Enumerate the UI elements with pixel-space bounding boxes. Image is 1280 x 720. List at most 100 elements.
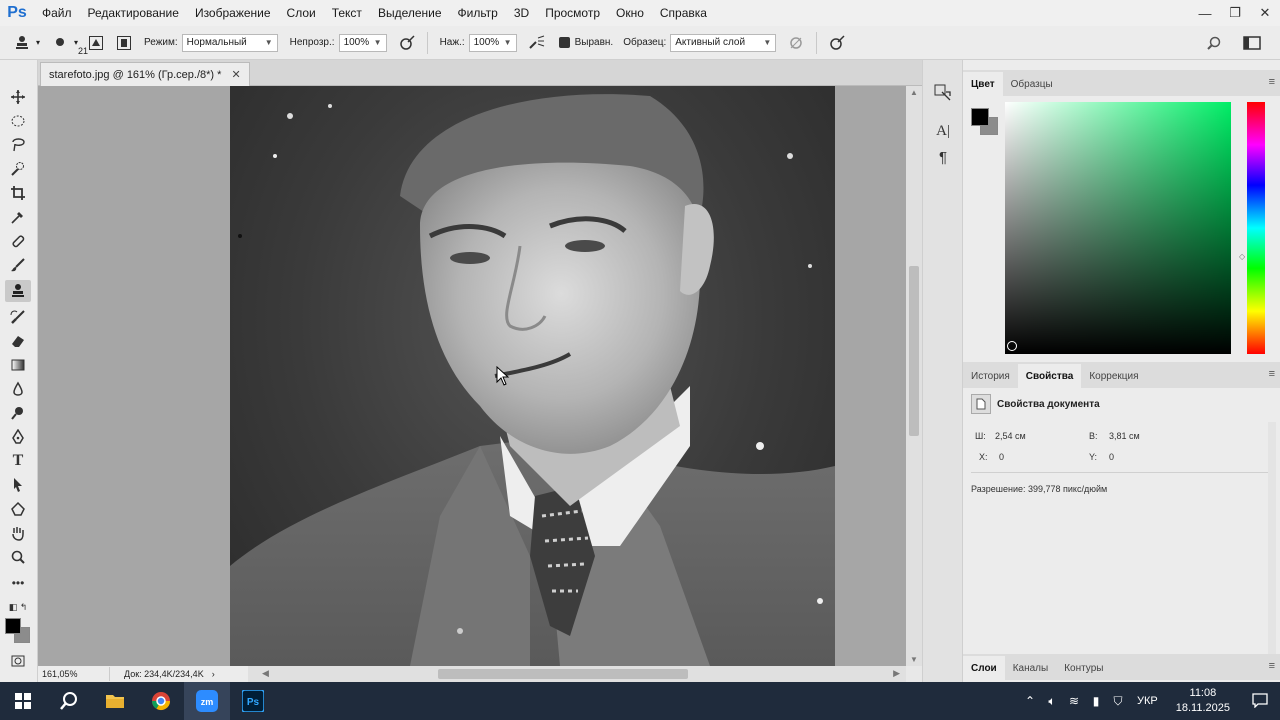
vertical-scroll-thumb[interactable]	[909, 266, 919, 436]
history-brush-tool-icon[interactable]	[5, 306, 31, 328]
close-tab-icon[interactable]: ✕	[231, 68, 240, 81]
eraser-tool-icon[interactable]	[5, 330, 31, 352]
quick-select-tool-icon[interactable]	[5, 158, 31, 180]
tab-layers[interactable]: Слои	[963, 656, 1005, 680]
menu-edit[interactable]: Редактирование	[80, 0, 187, 26]
gradient-tool-icon[interactable]	[5, 354, 31, 376]
clone-stamp-tool-icon[interactable]	[5, 280, 31, 302]
height-value[interactable]: 3,81 см	[1109, 431, 1140, 441]
menu-image[interactable]: Изображение	[187, 0, 279, 26]
volume-icon[interactable]: 🔈︎	[1041, 694, 1063, 709]
chrome-icon[interactable]	[138, 682, 184, 720]
pen-tool-icon[interactable]	[5, 426, 31, 448]
airbrush-icon[interactable]	[526, 32, 548, 54]
brush-panel-icon[interactable]	[85, 32, 107, 54]
restore-button[interactable]: ❐	[1220, 0, 1250, 26]
zoom-level[interactable]: 161,05%	[42, 667, 110, 681]
pressure-field[interactable]: 100% ▼	[468, 33, 517, 52]
color-picker-marker[interactable]	[1007, 341, 1017, 351]
status-menu-arrow[interactable]: ›	[212, 669, 215, 679]
color-picker-field[interactable]	[1005, 102, 1231, 354]
brush-tool-icon[interactable]	[5, 254, 31, 276]
marquee-tool-icon[interactable]	[5, 110, 31, 132]
menu-filter[interactable]: Фильтр	[450, 0, 506, 26]
character-panel-icon[interactable]: A|	[931, 120, 955, 142]
menu-help[interactable]: Справка	[652, 0, 715, 26]
menu-window[interactable]: Окно	[608, 0, 652, 26]
opacity-pressure-icon[interactable]	[396, 32, 418, 54]
menu-select[interactable]: Выделение	[370, 0, 450, 26]
network-icon[interactable]: ≋	[1063, 694, 1085, 708]
microphone-icon[interactable]: ▮	[1085, 694, 1107, 708]
size-pressure-icon[interactable]	[826, 32, 848, 54]
zoom-tool-icon[interactable]	[5, 546, 31, 568]
paragraph-panel-icon[interactable]: ¶	[931, 146, 955, 168]
windows-start-icon[interactable]	[0, 682, 46, 720]
scroll-left-icon[interactable]: ◀	[262, 668, 269, 679]
brush-preset-icon[interactable]	[49, 32, 71, 54]
clock[interactable]: 11:08 18.11.2025	[1176, 686, 1230, 716]
quick-mask-icon[interactable]	[5, 650, 31, 672]
menu-type[interactable]: Текст	[324, 0, 370, 26]
horizontal-scroll-thumb[interactable]	[438, 669, 688, 679]
foreground-color-swatch[interactable]	[5, 618, 21, 634]
menu-file[interactable]: Файл	[34, 0, 80, 26]
input-language[interactable]: УКР	[1137, 695, 1158, 707]
tab-adjustments[interactable]: Коррекция	[1081, 364, 1146, 388]
menu-layers[interactable]: Слои	[279, 0, 324, 26]
panel-menu-icon[interactable]: ≡	[1269, 660, 1275, 672]
workspace-icon[interactable]	[1241, 32, 1263, 54]
character-paragraph-styles-icon[interactable]	[931, 82, 955, 104]
scroll-down-icon[interactable]: ▼	[910, 655, 918, 664]
type-tool-icon[interactable]: T	[5, 450, 31, 472]
menu-view[interactable]: Просмотр	[537, 0, 608, 26]
properties-scrollbar[interactable]	[1268, 422, 1276, 662]
vertical-scrollbar[interactable]: ▲ ▼	[906, 86, 922, 666]
foreground-color-swatch[interactable]	[971, 108, 989, 126]
clone-source-icon[interactable]	[113, 32, 135, 54]
sample-select[interactable]: Активный слой ▼	[670, 33, 777, 52]
blur-tool-icon[interactable]	[5, 378, 31, 400]
healing-brush-tool-icon[interactable]	[5, 230, 31, 252]
opacity-field[interactable]: 100% ▼	[338, 33, 387, 52]
photo-image[interactable]	[230, 86, 835, 666]
zoom-app-icon[interactable]: zm	[184, 682, 230, 720]
path-selection-tool-icon[interactable]	[5, 474, 31, 496]
tab-history[interactable]: История	[963, 364, 1018, 388]
search-icon[interactable]	[1203, 32, 1225, 54]
hue-slider-marker[interactable]: ◇	[1239, 252, 1245, 261]
tab-color[interactable]: Цвет	[963, 72, 1003, 96]
ignore-adjustment-layers-icon[interactable]	[785, 32, 807, 54]
file-explorer-icon[interactable]	[92, 682, 138, 720]
clone-stamp-tool-icon[interactable]	[11, 32, 33, 54]
horizontal-scrollbar[interactable]: ◀ ▶	[248, 666, 906, 682]
notifications-icon[interactable]	[1240, 692, 1280, 711]
hand-tool-icon[interactable]	[5, 522, 31, 544]
tab-swatches[interactable]: Образцы	[1003, 72, 1061, 96]
document-canvas[interactable]	[38, 86, 906, 666]
dodge-tool-icon[interactable]	[5, 402, 31, 424]
x-value[interactable]: 0	[999, 452, 1004, 462]
width-value[interactable]: 2,54 см	[995, 431, 1026, 441]
menu-3d[interactable]: 3D	[506, 0, 537, 26]
panel-menu-icon[interactable]: ≡	[1269, 368, 1275, 380]
tab-paths[interactable]: Контуры	[1056, 656, 1111, 680]
panel-menu-icon[interactable]: ≡	[1269, 76, 1275, 88]
show-hidden-icons-icon[interactable]: ⌃	[1019, 694, 1041, 708]
tab-channels[interactable]: Каналы	[1005, 656, 1057, 680]
security-shield-icon[interactable]: ⛉	[1107, 694, 1129, 709]
aligned-checkbox[interactable]	[558, 37, 570, 48]
crop-tool-icon[interactable]	[5, 182, 31, 204]
document-tab[interactable]: starefoto.jpg @ 161% (Гр.сер./8*) * ✕	[40, 62, 250, 86]
scroll-up-icon[interactable]: ▲	[910, 88, 918, 97]
hue-slider[interactable]	[1247, 102, 1265, 354]
scroll-right-icon[interactable]: ▶	[893, 668, 900, 679]
photoshop-taskbar-icon[interactable]: Ps	[230, 682, 276, 720]
move-tool-icon[interactable]	[5, 86, 31, 108]
minimize-button[interactable]: —	[1190, 0, 1220, 26]
mode-select[interactable]: Нормальный ▼	[181, 33, 278, 52]
shape-tool-icon[interactable]	[5, 498, 31, 520]
more-tools-icon[interactable]: •••	[5, 572, 31, 594]
y-value[interactable]: 0	[1109, 452, 1114, 462]
tab-properties[interactable]: Свойства	[1017, 364, 1082, 388]
